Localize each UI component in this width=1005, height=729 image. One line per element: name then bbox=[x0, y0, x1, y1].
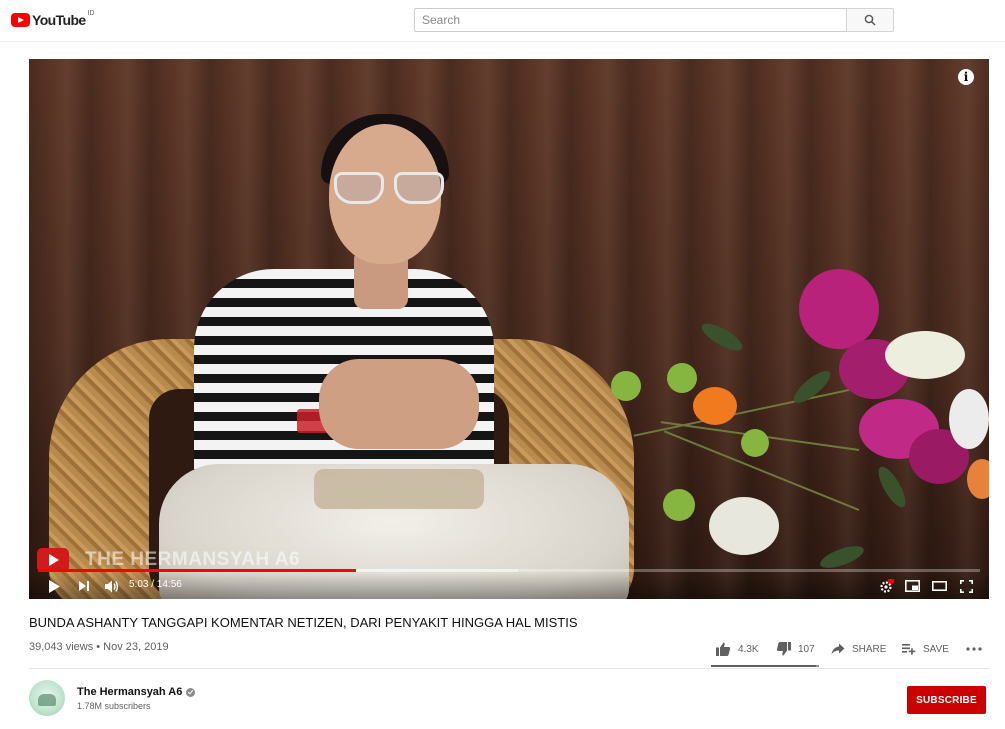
dislike-button[interactable]: 107 bbox=[776, 640, 815, 658]
subscriber-count: 1.78M subscribers bbox=[77, 701, 151, 711]
video-meta: 39,043 views • Nov 23, 2019 bbox=[29, 641, 169, 653]
channel-name-link[interactable]: The Hermansyah A6 bbox=[77, 686, 196, 698]
channel-name: The Hermansyah A6 bbox=[77, 686, 183, 698]
save-button[interactable]: SAVE bbox=[902, 640, 949, 658]
share-button[interactable]: SHARE bbox=[831, 640, 886, 658]
miniplayer-icon bbox=[904, 580, 920, 592]
time-display: 5:03 / 14:56 bbox=[129, 579, 182, 590]
video-flower-arrangement bbox=[589, 269, 989, 599]
like-count: 4.3K bbox=[738, 643, 759, 655]
search-input[interactable] bbox=[415, 9, 846, 31]
divider bbox=[29, 668, 989, 669]
search-button[interactable] bbox=[846, 8, 894, 32]
video-glasses bbox=[334, 172, 446, 206]
more-actions-button[interactable] bbox=[966, 640, 982, 658]
search-icon bbox=[864, 14, 876, 26]
progress-played bbox=[38, 569, 357, 572]
video-player[interactable]: THE HERMANSYAH A6 i 5:03 / 14:56 bbox=[29, 59, 989, 599]
channel-avatar[interactable] bbox=[29, 680, 65, 716]
miniplayer-button[interactable] bbox=[903, 577, 921, 595]
dislike-count: 107 bbox=[798, 643, 815, 655]
youtube-logo[interactable]: YouTube ID bbox=[11, 9, 95, 29]
share-icon bbox=[831, 643, 845, 655]
more-horiz-icon bbox=[966, 647, 982, 651]
subscribe-button[interactable]: SUBSCRIBE bbox=[907, 686, 986, 714]
logo-text: YouTube bbox=[32, 12, 86, 28]
play-icon bbox=[49, 579, 60, 593]
thumbs-down-icon bbox=[776, 642, 791, 656]
video-hands bbox=[319, 359, 479, 449]
thumbs-up-icon bbox=[716, 642, 731, 656]
next-button[interactable] bbox=[76, 577, 92, 595]
progress-bar[interactable] bbox=[38, 569, 980, 572]
sentiment-bar bbox=[711, 665, 819, 667]
theater-mode-button[interactable] bbox=[930, 577, 948, 595]
sentiment-like-fill bbox=[711, 665, 817, 667]
theater-mode-icon bbox=[931, 581, 947, 591]
save-label: SAVE bbox=[923, 643, 949, 655]
next-icon bbox=[79, 581, 89, 591]
fullscreen-icon bbox=[959, 579, 973, 593]
verified-badge-icon bbox=[186, 687, 196, 697]
video-title: BUNDA ASHANTY TANGGAPI KOMENTAR NETIZEN,… bbox=[29, 615, 578, 630]
watermark-text: THE HERMANSYAH A6 bbox=[85, 549, 301, 570]
playlist-add-icon bbox=[902, 644, 916, 655]
search-box bbox=[414, 8, 846, 32]
fullscreen-button[interactable] bbox=[957, 577, 975, 595]
country-code: ID bbox=[87, 9, 95, 17]
volume-icon bbox=[104, 580, 118, 592]
player-controls: 5:03 / 14:56 bbox=[29, 573, 989, 599]
youtube-play-logo-icon bbox=[11, 13, 30, 27]
settings-hd-icon bbox=[879, 578, 894, 593]
volume-button[interactable] bbox=[103, 577, 121, 595]
share-label: SHARE bbox=[852, 643, 887, 655]
settings-button[interactable] bbox=[877, 577, 895, 595]
masthead: YouTube ID bbox=[0, 0, 1005, 42]
info-icon[interactable]: i bbox=[958, 69, 974, 85]
video-pillow-band bbox=[314, 469, 484, 509]
like-button[interactable]: 4.3K bbox=[716, 640, 759, 658]
play-button[interactable] bbox=[46, 577, 62, 595]
